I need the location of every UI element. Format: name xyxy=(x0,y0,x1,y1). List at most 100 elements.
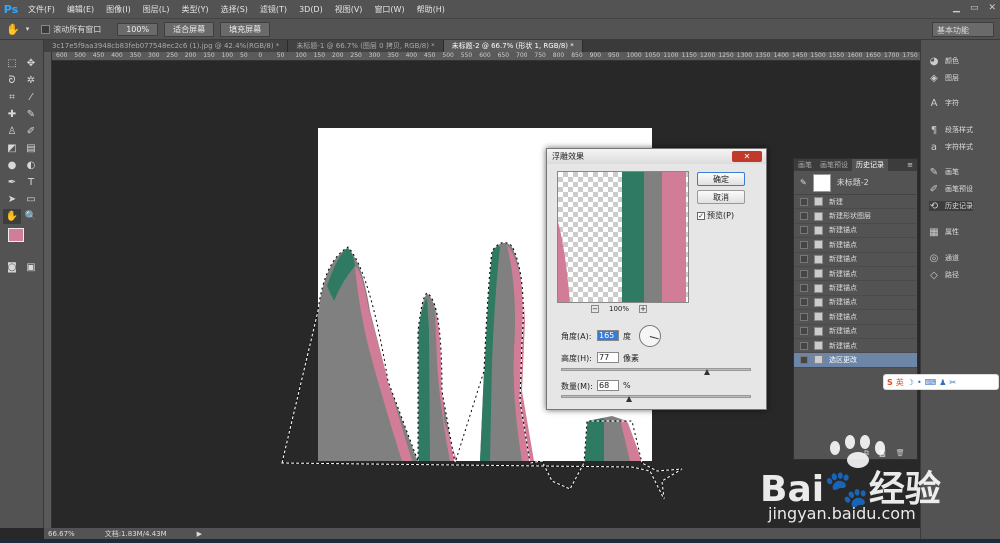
healing-brush-icon[interactable]: ✚ xyxy=(3,107,21,122)
history-source-checkbox[interactable] xyxy=(800,312,808,321)
status-arrow-icon[interactable]: ▶ xyxy=(197,530,202,538)
tool-preset-chevron-icon[interactable]: ▾ xyxy=(26,25,30,33)
menu-type[interactable]: 类型(Y) xyxy=(175,4,214,15)
angle-dial[interactable] xyxy=(639,325,661,347)
dock-layers[interactable]: ◈ 图层 xyxy=(929,73,959,84)
dialog-close-button[interactable]: ✕ xyxy=(732,151,762,162)
menu-window[interactable]: 窗口(W) xyxy=(368,4,410,15)
brush-tool-icon[interactable]: ✎ xyxy=(22,107,40,122)
marquee-tool-icon[interactable]: ⬚ xyxy=(3,56,21,71)
height-slider-thumb[interactable] xyxy=(704,369,711,375)
hand-tool-active-icon[interactable]: ✋ xyxy=(3,209,21,224)
crop-tool-icon[interactable]: ⌗ xyxy=(3,90,21,105)
toolbox-icon[interactable]: ✂ xyxy=(949,378,956,387)
dock-properties[interactable]: ▦ 属性 xyxy=(929,227,959,238)
eraser-tool-icon[interactable]: ◩ xyxy=(3,141,21,156)
angle-input[interactable]: 165 xyxy=(597,330,619,341)
tab-document-1[interactable]: 3c17e5f9aa3948cb83feb077548ec2c6 (1).jpg… xyxy=(44,40,289,52)
menu-image[interactable]: 图像(I) xyxy=(100,4,137,15)
history-source-checkbox[interactable] xyxy=(800,255,808,264)
menu-view[interactable]: 视图(V) xyxy=(329,4,369,15)
maximize-icon[interactable]: ▭ xyxy=(970,3,979,13)
ime-language[interactable]: 英 xyxy=(896,377,904,388)
history-brush-icon[interactable]: ✐ xyxy=(22,124,40,139)
dock-color[interactable]: ◕ 颜色 xyxy=(929,56,959,67)
menu-file[interactable]: 文件(F) xyxy=(22,4,61,15)
move-tool-icon[interactable]: ✥ xyxy=(22,56,40,71)
history-snapshot[interactable]: ✎ 未标题-2 xyxy=(794,171,917,195)
shape-tool-icon[interactable]: ▭ xyxy=(22,192,40,207)
history-source-checkbox[interactable] xyxy=(800,327,808,336)
menu-select[interactable]: 选择(S) xyxy=(215,4,254,15)
quick-mask-icon[interactable]: ◙ xyxy=(3,260,21,275)
ok-button[interactable]: 确定 xyxy=(697,172,745,186)
lasso-tool-icon[interactable]: ᘐ xyxy=(3,73,21,88)
dialog-titlebar[interactable]: 浮雕效果 ✕ xyxy=(547,149,766,164)
dock-paragraph-styles[interactable]: ¶ 段落样式 xyxy=(929,125,973,136)
path-select-icon[interactable]: ➤ xyxy=(3,192,21,207)
menu-edit[interactable]: 编辑(E) xyxy=(61,4,100,15)
dock-brush[interactable]: ✎ 画笔 xyxy=(929,167,959,178)
history-source-checkbox[interactable] xyxy=(800,341,808,350)
dock-history[interactable]: ⟲ 历史记录 xyxy=(929,201,973,212)
menu-filter[interactable]: 滤镜(T) xyxy=(254,4,293,15)
menu-layer[interactable]: 图层(L) xyxy=(137,4,176,15)
history-item[interactable]: 新建锚点 xyxy=(794,296,917,311)
dock-brush-presets[interactable]: ✐ 画笔预设 xyxy=(929,184,973,195)
history-item[interactable]: 新建锚点 xyxy=(794,253,917,267)
zoom-tool-icon[interactable]: 🔍 xyxy=(22,209,40,224)
history-item[interactable]: 新建锚点 xyxy=(794,238,917,253)
type-tool-icon[interactable]: T xyxy=(22,175,40,190)
history-source-checkbox[interactable] xyxy=(800,197,808,206)
history-source-checkbox[interactable] xyxy=(800,269,808,278)
eyedropper-tool-icon[interactable]: ⁄ xyxy=(22,90,40,105)
history-item[interactable]: 新建锚点 xyxy=(794,224,917,239)
fill-screen-button[interactable]: 填充屏幕 xyxy=(220,21,271,37)
history-source-checkbox[interactable] xyxy=(800,355,808,364)
history-item[interactable]: 新建锚点 xyxy=(794,267,917,282)
history-item[interactable]: 新建 xyxy=(794,195,917,210)
fit-screen-button[interactable]: 适合屏幕 xyxy=(164,21,215,37)
gradient-tool-icon[interactable]: ▤ xyxy=(22,141,40,156)
history-source-checkbox[interactable] xyxy=(800,212,808,221)
tab-document-2[interactable]: 未标题-1 @ 66.7% (图层 0 拷贝, RGB/8) * xyxy=(288,40,444,52)
menu-help[interactable]: 帮助(H) xyxy=(411,4,451,15)
history-item[interactable]: 新建锚点 xyxy=(794,281,917,296)
punctuation-icon[interactable]: ☽ xyxy=(907,378,914,387)
dock-character-styles[interactable]: a 字符样式 xyxy=(929,142,973,153)
preview-checkbox[interactable]: ✓ 预览(P) xyxy=(697,210,734,221)
minimize-icon[interactable]: ▁ xyxy=(953,3,960,13)
dock-character[interactable]: A 字符 xyxy=(929,98,959,109)
height-input[interactable]: 77 xyxy=(597,352,619,363)
dock-channels[interactable]: ◎ 通道 xyxy=(929,253,959,264)
history-item-selected[interactable]: 选区更改 xyxy=(794,353,917,368)
skin-icon[interactable]: ♟ xyxy=(939,378,946,387)
blur-tool-icon[interactable]: ● xyxy=(3,158,21,173)
menu-3d[interactable]: 3D(D) xyxy=(293,5,329,14)
dock-paths[interactable]: ◇ 路径 xyxy=(929,270,959,281)
zoom-level[interactable]: 66.67% xyxy=(48,530,75,538)
cancel-button[interactable]: 取消 xyxy=(697,190,745,204)
amount-slider-thumb[interactable] xyxy=(626,396,633,402)
dodge-tool-icon[interactable]: ◐ xyxy=(22,158,40,173)
zoom-100-button[interactable]: 100% xyxy=(117,22,159,36)
ime-toolbar[interactable]: S 英 ☽ • ⌨ ♟ ✂ xyxy=(883,374,999,390)
history-source-checkbox[interactable] xyxy=(800,284,808,293)
history-source-checkbox[interactable] xyxy=(800,226,808,235)
screen-mode-icon[interactable]: ▣ xyxy=(22,260,40,275)
history-item[interactable]: 新建形状图层 xyxy=(794,209,917,224)
panel-menu-icon[interactable]: ≡ xyxy=(907,161,913,169)
clone-stamp-icon[interactable]: ♙ xyxy=(3,124,21,139)
scroll-all-windows-checkbox[interactable]: 滚动所有窗口 xyxy=(41,24,101,35)
tab-brush-presets[interactable]: 画笔预设 xyxy=(816,160,852,170)
history-item[interactable]: 新建锚点 xyxy=(794,310,917,325)
height-slider[interactable] xyxy=(561,368,751,371)
workspace-select[interactable]: 基本功能 xyxy=(932,22,994,37)
pen-tool-icon[interactable]: ✒ xyxy=(3,175,21,190)
tab-document-3[interactable]: 未标题-2 @ 66.7% (形状 1, RGB/8) * xyxy=(443,40,583,52)
history-source-checkbox[interactable] xyxy=(800,240,808,249)
amount-slider[interactable] xyxy=(561,395,751,398)
history-item[interactable]: 新建锚点 xyxy=(794,325,917,339)
tab-history[interactable]: 历史记录 xyxy=(852,159,888,171)
foreground-color-swatch[interactable] xyxy=(8,228,24,242)
